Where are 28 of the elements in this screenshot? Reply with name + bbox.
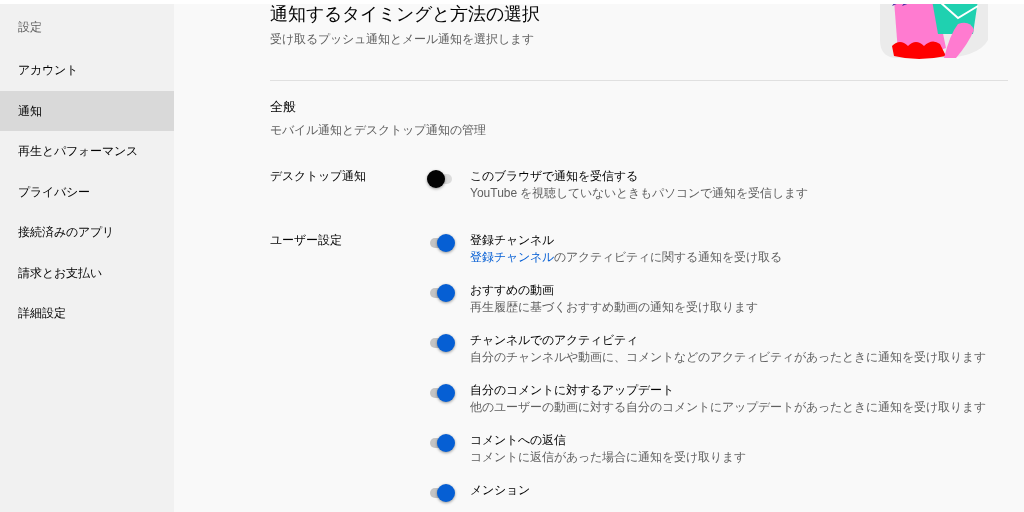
section-title: 全般: [270, 98, 297, 116]
section-description: モバイル通知とデスクトップ通知の管理: [270, 122, 487, 137]
channel-link[interactable]: 登録チャンネル: [470, 249, 554, 264]
setting-description: YouTube を視聴していないときもパソコンで通知を受信します: [470, 184, 809, 201]
setting-description: 再生履歴に基づくおすすめ動画の通知を受け取ります: [470, 298, 758, 315]
sidebar-item[interactable]: 通知: [0, 90, 174, 131]
sidebar-heading: 設定: [17, 19, 43, 36]
setting-title: 自分のコメントに対するアップデート: [470, 381, 675, 399]
sidebar-item[interactable]: アカウント: [0, 50, 174, 91]
setting-description: 自分のチャンネルや動画に、コメントなどのアクティビティがあったときに通知を受け取ります: [470, 348, 986, 365]
group-label: デスクトップ通知: [270, 167, 367, 185]
setting-description: コメントに返信があった場合に通知を受け取ります: [470, 448, 746, 465]
setting-title: チャンネルでのアクティビティ: [470, 331, 639, 349]
page-subtitle: 受け取るプッシュ通知とメール通知を選択します: [270, 32, 535, 46]
group-label: ユーザー設定: [270, 231, 343, 249]
page-title: 通知するタイミングと方法の選択: [270, 4, 541, 24]
sidebar-item[interactable]: 接続済みのアプリ: [0, 212, 174, 253]
setting-title: おすすめの動画: [470, 281, 555, 299]
sidebar-item[interactable]: 再生とパフォーマンス: [0, 131, 174, 172]
setting-title: メンション: [470, 481, 530, 499]
setting-description: 他のユーザーの動画に対する自分のコメントにアップデートがあったときに通知を受け取ります: [470, 398, 986, 415]
setting-description: 登録チャンネルのアクティビティに関する通知を受け取る: [470, 248, 782, 265]
sidebar-item[interactable]: 詳細設定: [0, 293, 174, 334]
sidebar-item[interactable]: 請求とお支払い: [0, 252, 174, 293]
setting-title: 登録チャンネル: [470, 231, 555, 249]
sidebar-item[interactable]: プライバシー: [0, 171, 174, 212]
setting-title: コメントへの返信: [470, 431, 567, 449]
setting-title: このブラウザで通知を受信する: [470, 167, 639, 185]
